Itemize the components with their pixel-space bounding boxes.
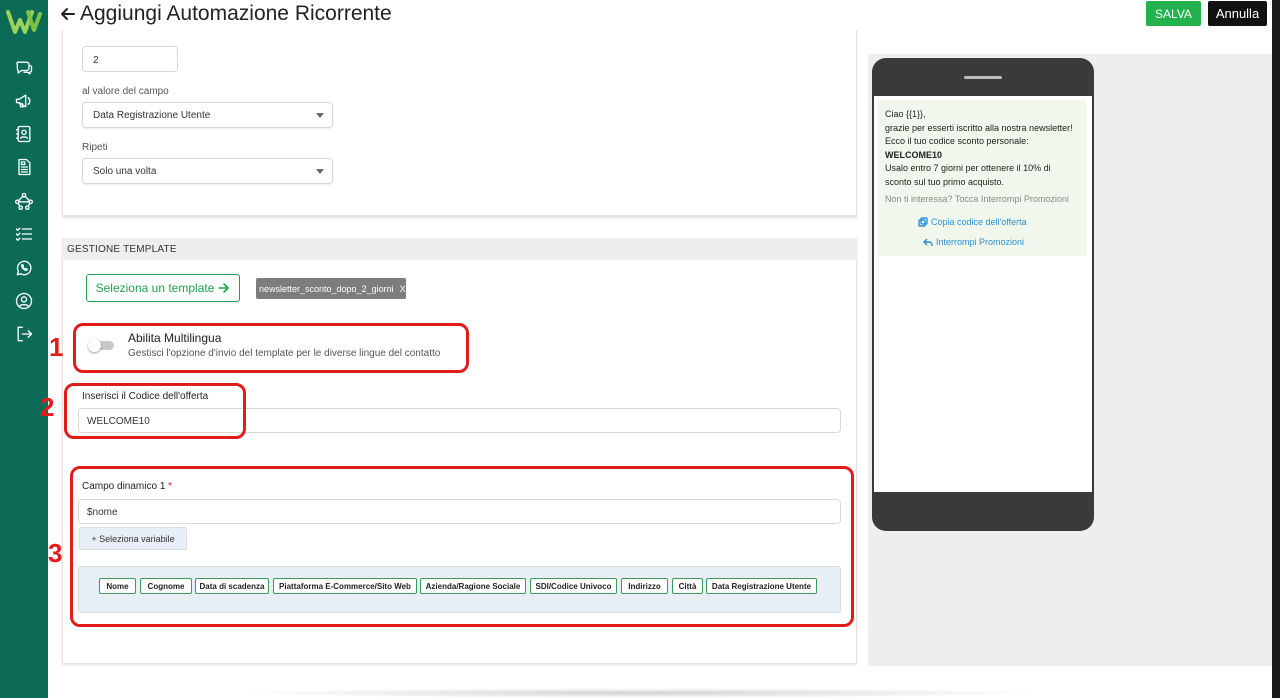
annotation-number-1: 1 [49,332,64,362]
select-template-label: Seleziona un template [95,281,215,295]
save-button[interactable]: SALVA [1146,1,1201,26]
workflow-icon[interactable] [12,189,36,213]
preview-code: WELCOME10 [885,149,943,160]
copy-code-label: Copia codice dell'offerta [931,217,1027,227]
user-icon[interactable] [12,289,36,313]
number-input[interactable]: 2 [82,46,178,72]
bottom-shadow [230,688,1050,698]
stop-promotions-action[interactable]: Interrompi Promozioni [923,237,1024,247]
field-select-value: Data Registrazione Utente [93,110,211,121]
remove-template-button[interactable]: X [400,284,406,294]
page-title: Aggiungi Automazione Ricorrente [60,2,392,26]
chevron-down-icon [316,169,324,174]
preview-greeting: Ciao {{1}}, [885,109,926,119]
whatsapp-icon[interactable] [12,256,36,280]
arrow-right-icon [218,283,230,293]
sidebar [0,0,48,698]
preview-code-intro: Ecco il tuo codice sconto personale: [885,136,1029,146]
stop-promotions-label: Interrompi Promozioni [936,237,1025,247]
phone-notch [964,76,1002,79]
contacts-icon[interactable] [12,122,36,146]
chat-icon[interactable] [12,56,36,80]
page-title-text: Aggiungi Automazione Ricorrente [80,2,392,25]
field-value-label: al valore del campo [82,86,169,97]
selected-template-name: newsletter_sconto_dopo_2_giorni [259,283,394,294]
window-edge [1272,0,1280,698]
copy-code-action[interactable]: Copia codice dell'offerta [918,217,1027,227]
annotation-number-3: 3 [48,538,63,568]
cancel-button[interactable]: Annulla [1208,1,1267,26]
back-arrow-icon[interactable] [60,6,76,22]
document-icon[interactable] [12,155,36,179]
selected-template-chip: newsletter_sconto_dopo_2_giorni X [256,278,406,299]
template-section-header: GESTIONE TEMPLATE [62,238,857,260]
annotation-box-1 [73,323,469,373]
select-template-button[interactable]: Seleziona un template [86,274,240,302]
logo-icon[interactable] [6,8,42,36]
preview-usage: Usalo entro 7 giorni per ottenere il 10%… [885,163,1051,187]
reply-icon [923,238,933,246]
annotation-box-3 [70,466,854,627]
repeat-select-value: Solo una volta [93,166,157,177]
chevron-down-icon [316,113,324,118]
annotation-box-2 [64,383,246,439]
repeat-label: Ripeti [82,142,108,153]
megaphone-icon[interactable] [12,89,36,113]
copy-icon [918,217,928,227]
logout-icon[interactable] [12,322,36,346]
annotation-number-2: 2 [40,392,55,422]
message-preview-bubble: Ciao {{1}}, grazie per esserti iscritto … [877,100,1087,256]
field-select[interactable]: Data Registrazione Utente [82,102,333,128]
preview-thanks: grazie per esserti iscritto alla nostra … [885,122,1073,133]
preview-footer: Non ti interessa? Tocca Interrompi Promo… [885,194,1069,204]
repeat-select[interactable]: Solo una volta [82,158,333,184]
checklist-icon[interactable] [12,222,36,246]
